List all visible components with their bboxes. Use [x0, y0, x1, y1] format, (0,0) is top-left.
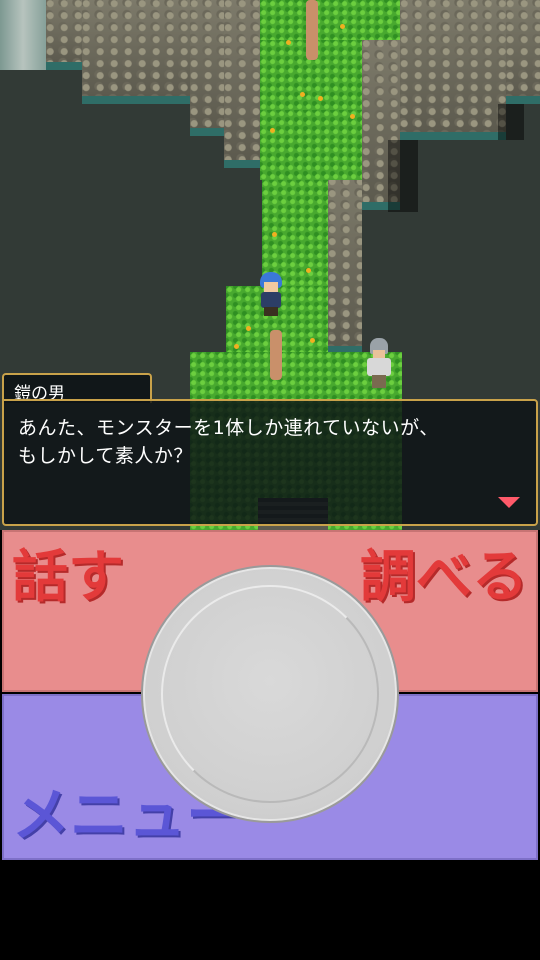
hero-face [264, 282, 278, 292]
cliff-rock [82, 0, 190, 104]
cliff-rock [506, 0, 540, 104]
dialog-box[interactable]: あんた、モンスターを1体しか連れていないが、 もしかして素人か？ [2, 399, 538, 526]
flower [340, 24, 345, 29]
npc-legs [372, 375, 386, 388]
flower [272, 232, 277, 237]
virtual-joystick[interactable] [141, 565, 399, 823]
flower [246, 326, 251, 331]
examine-label: 調べる [360, 545, 528, 610]
dialog-line-1: あんた、モンスターを1体しか連れていないが、 [18, 417, 439, 439]
cliff-shadow [498, 104, 524, 140]
joystick-ring [161, 585, 379, 803]
talk-label: 話す [12, 545, 124, 610]
hero-body [261, 292, 281, 308]
flower [300, 92, 305, 97]
cliff-shadow [388, 140, 418, 212]
npc-face [373, 350, 385, 358]
npc-body [367, 358, 391, 376]
cliff-rock [190, 0, 224, 136]
dialog-line-2: もしかして素人か？ [18, 445, 193, 467]
cliff-rock [328, 178, 362, 354]
flower [350, 114, 355, 119]
flower [270, 128, 275, 133]
armored-man-npc[interactable] [364, 338, 394, 388]
flower [234, 344, 239, 349]
flower [286, 40, 291, 45]
hero-legs [264, 307, 278, 316]
flower [318, 96, 323, 101]
dirt-path [306, 0, 318, 60]
flower [306, 268, 311, 273]
cliff-rock [224, 0, 260, 168]
dirt-path [270, 330, 282, 380]
next-arrow-icon [498, 497, 520, 508]
cliff-rock [46, 0, 82, 70]
waterfall [0, 0, 46, 70]
grass-path [260, 0, 400, 40]
cliff-rock [400, 0, 506, 140]
flower [310, 338, 315, 343]
player-hero [256, 272, 286, 316]
grass-path [260, 110, 362, 180]
